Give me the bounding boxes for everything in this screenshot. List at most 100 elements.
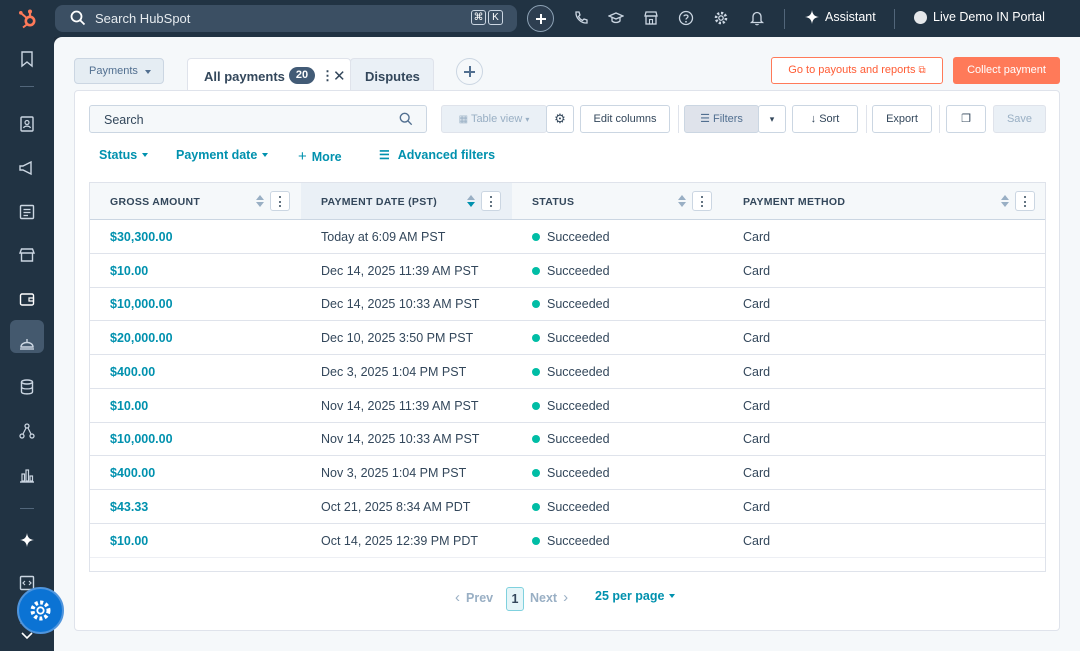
column-options-icon[interactable] [692, 191, 712, 211]
sidebar-divider [20, 508, 34, 509]
sort-descending-icon[interactable] [467, 195, 475, 207]
save-label: Save [1006, 113, 1033, 125]
tab-disputes[interactable]: Disputes [350, 58, 434, 92]
marketing-megaphone-icon[interactable] [18, 159, 36, 177]
add-view-tab-button[interactable] [456, 58, 483, 85]
payment-method-cell: Card [743, 399, 771, 413]
export-label: Export [886, 113, 918, 125]
marketplace-icon[interactable] [643, 10, 659, 26]
account-portal-menu[interactable]: Live Demo IN Portal [914, 10, 1045, 24]
column-header-label: PAYMENT METHOD [743, 196, 846, 208]
close-tab-icon[interactable]: ✕ [333, 67, 346, 85]
table-search-input[interactable]: Search [89, 105, 427, 133]
table-row: $10,000.00 Nov 14, 2025 10:33 AM PST Suc… [90, 422, 1045, 456]
table-settings-button[interactable]: ⚙ [546, 105, 574, 133]
gross-amount-link[interactable]: $43.33 [110, 500, 148, 514]
notifications-bell-icon[interactable] [749, 10, 765, 26]
database-icon[interactable] [18, 378, 36, 396]
gross-amount-link[interactable]: $20,000.00 [110, 331, 173, 345]
more-filters-button[interactable]: + More [298, 148, 342, 165]
prev-page-button[interactable]: ‹ Prev [455, 589, 493, 606]
assistant-button[interactable]: Assistant [805, 10, 876, 24]
status-label: Succeeded [547, 297, 610, 311]
help-icon[interactable] [678, 10, 694, 26]
status-label: Succeeded [547, 399, 610, 413]
table-row: $10,000.00 Dec 14, 2025 10:33 AM PST Suc… [90, 287, 1045, 321]
next-page-button[interactable]: Next › [530, 589, 568, 606]
create-new-button[interactable] [527, 5, 554, 32]
current-page-button[interactable]: 1 [506, 587, 524, 611]
sort-toggle-icon[interactable] [256, 195, 264, 207]
column-header-payment-method[interactable]: PAYMENT METHOD [723, 183, 1045, 219]
column-options-icon[interactable] [270, 191, 290, 211]
sort-toggle-icon[interactable] [1001, 195, 1009, 207]
collect-payment-button[interactable]: Collect payment [953, 57, 1060, 84]
payment-date-filter[interactable]: Payment date [176, 148, 269, 162]
bookmark-icon[interactable] [18, 50, 36, 68]
record-count-badge: 20 [289, 67, 315, 84]
table-row: $30,300.00 Today at 6:09 AM PST Succeede… [90, 220, 1045, 254]
status-label: Succeeded [547, 500, 610, 514]
hubspot-logo-icon[interactable] [17, 8, 39, 30]
service-icon[interactable] [18, 334, 36, 352]
phone-icon[interactable] [573, 10, 589, 26]
payment-date-cell: Dec 3, 2025 1:04 PM PST [321, 365, 467, 379]
gross-amount-link[interactable]: $10,000.00 [110, 297, 173, 311]
caret-down-icon: ▾ [525, 115, 530, 124]
reporting-bar-chart-icon[interactable] [18, 466, 36, 484]
column-header-label: STATUS [532, 196, 575, 208]
automation-workflow-icon[interactable] [18, 422, 36, 440]
edit-columns-button[interactable]: Edit columns [580, 105, 670, 133]
status-cell: Succeeded [532, 399, 610, 413]
scroll-fade-overlay [90, 555, 1045, 571]
prev-label: Prev [466, 590, 494, 605]
gross-amount-link[interactable]: $10,000.00 [110, 432, 173, 446]
save-view-button[interactable]: Save [993, 105, 1046, 133]
payments-wallet-icon[interactable] [18, 290, 36, 308]
gross-amount-link[interactable]: $400.00 [110, 466, 155, 480]
tab-all-payments[interactable]: All payments 20 ⋮ ✕ [187, 58, 351, 92]
global-search-input[interactable]: Search HubSpot ⌘ K [55, 5, 517, 32]
sort-toggle-icon[interactable] [678, 195, 686, 207]
sort-button[interactable]: ↓ Sort [792, 105, 858, 133]
status-cell: Succeeded [532, 432, 610, 446]
gross-amount-link[interactable]: $30,300.00 [110, 230, 173, 244]
payment-method-cell: Card [743, 534, 771, 548]
status-filter[interactable]: Status [99, 148, 149, 162]
column-options-icon[interactable] [1015, 191, 1035, 211]
column-options-icon[interactable] [481, 191, 501, 211]
table-row: $10.00 Oct 14, 2025 12:39 PM PDT Succeed… [90, 524, 1045, 558]
gross-amount-link[interactable]: $400.00 [110, 365, 155, 379]
gross-amount-link[interactable]: $10.00 [110, 534, 148, 548]
duplicate-view-button[interactable]: ❐ [946, 105, 986, 133]
status-cell: Succeeded [532, 534, 610, 548]
object-view-selector[interactable]: Payments [74, 58, 164, 84]
help-chat-launcher-button[interactable] [17, 587, 64, 634]
breeze-sparkle-icon[interactable] [18, 531, 36, 549]
gross-amount-link[interactable]: $10.00 [110, 264, 148, 278]
per-page-dropdown[interactable]: 25 per page [595, 589, 676, 603]
table-row: $400.00 Nov 3, 2025 1:04 PM PST Succeede… [90, 456, 1045, 490]
copy-icon: ❐ [961, 113, 971, 125]
academy-icon[interactable] [608, 10, 624, 26]
status-label: Succeeded [547, 331, 610, 345]
status-dot-icon [532, 503, 540, 511]
contacts-icon[interactable] [18, 115, 36, 133]
payment-date-cell: Oct 21, 2025 8:34 AM PDT [321, 500, 471, 514]
filters-label: Filters [712, 113, 743, 125]
advanced-filters-button[interactable]: ☰ Advanced filters [379, 148, 495, 162]
filters-dropdown-button[interactable]: ▾ [758, 105, 786, 133]
commerce-store-icon[interactable] [18, 246, 36, 264]
caret-down-icon [145, 70, 151, 74]
column-header-label: PAYMENT DATE (PST) [321, 196, 438, 208]
gross-amount-link[interactable]: $10.00 [110, 399, 148, 413]
table-view-dropdown[interactable]: ▦ Table view ▾ [441, 105, 547, 133]
filters-button[interactable]: ☰ Filters [684, 105, 759, 133]
settings-gear-icon[interactable] [713, 10, 729, 26]
payment-method-cell: Card [743, 331, 771, 345]
content-icon[interactable] [18, 203, 36, 221]
external-link-icon: ⧉ [918, 65, 926, 76]
table-header: GROSS AMOUNT PAYMENT DATE (PST) STATUS P… [90, 183, 1045, 220]
go-to-payouts-button[interactable]: Go to payouts and reports ⧉ [771, 57, 943, 84]
export-button[interactable]: Export [872, 105, 932, 133]
